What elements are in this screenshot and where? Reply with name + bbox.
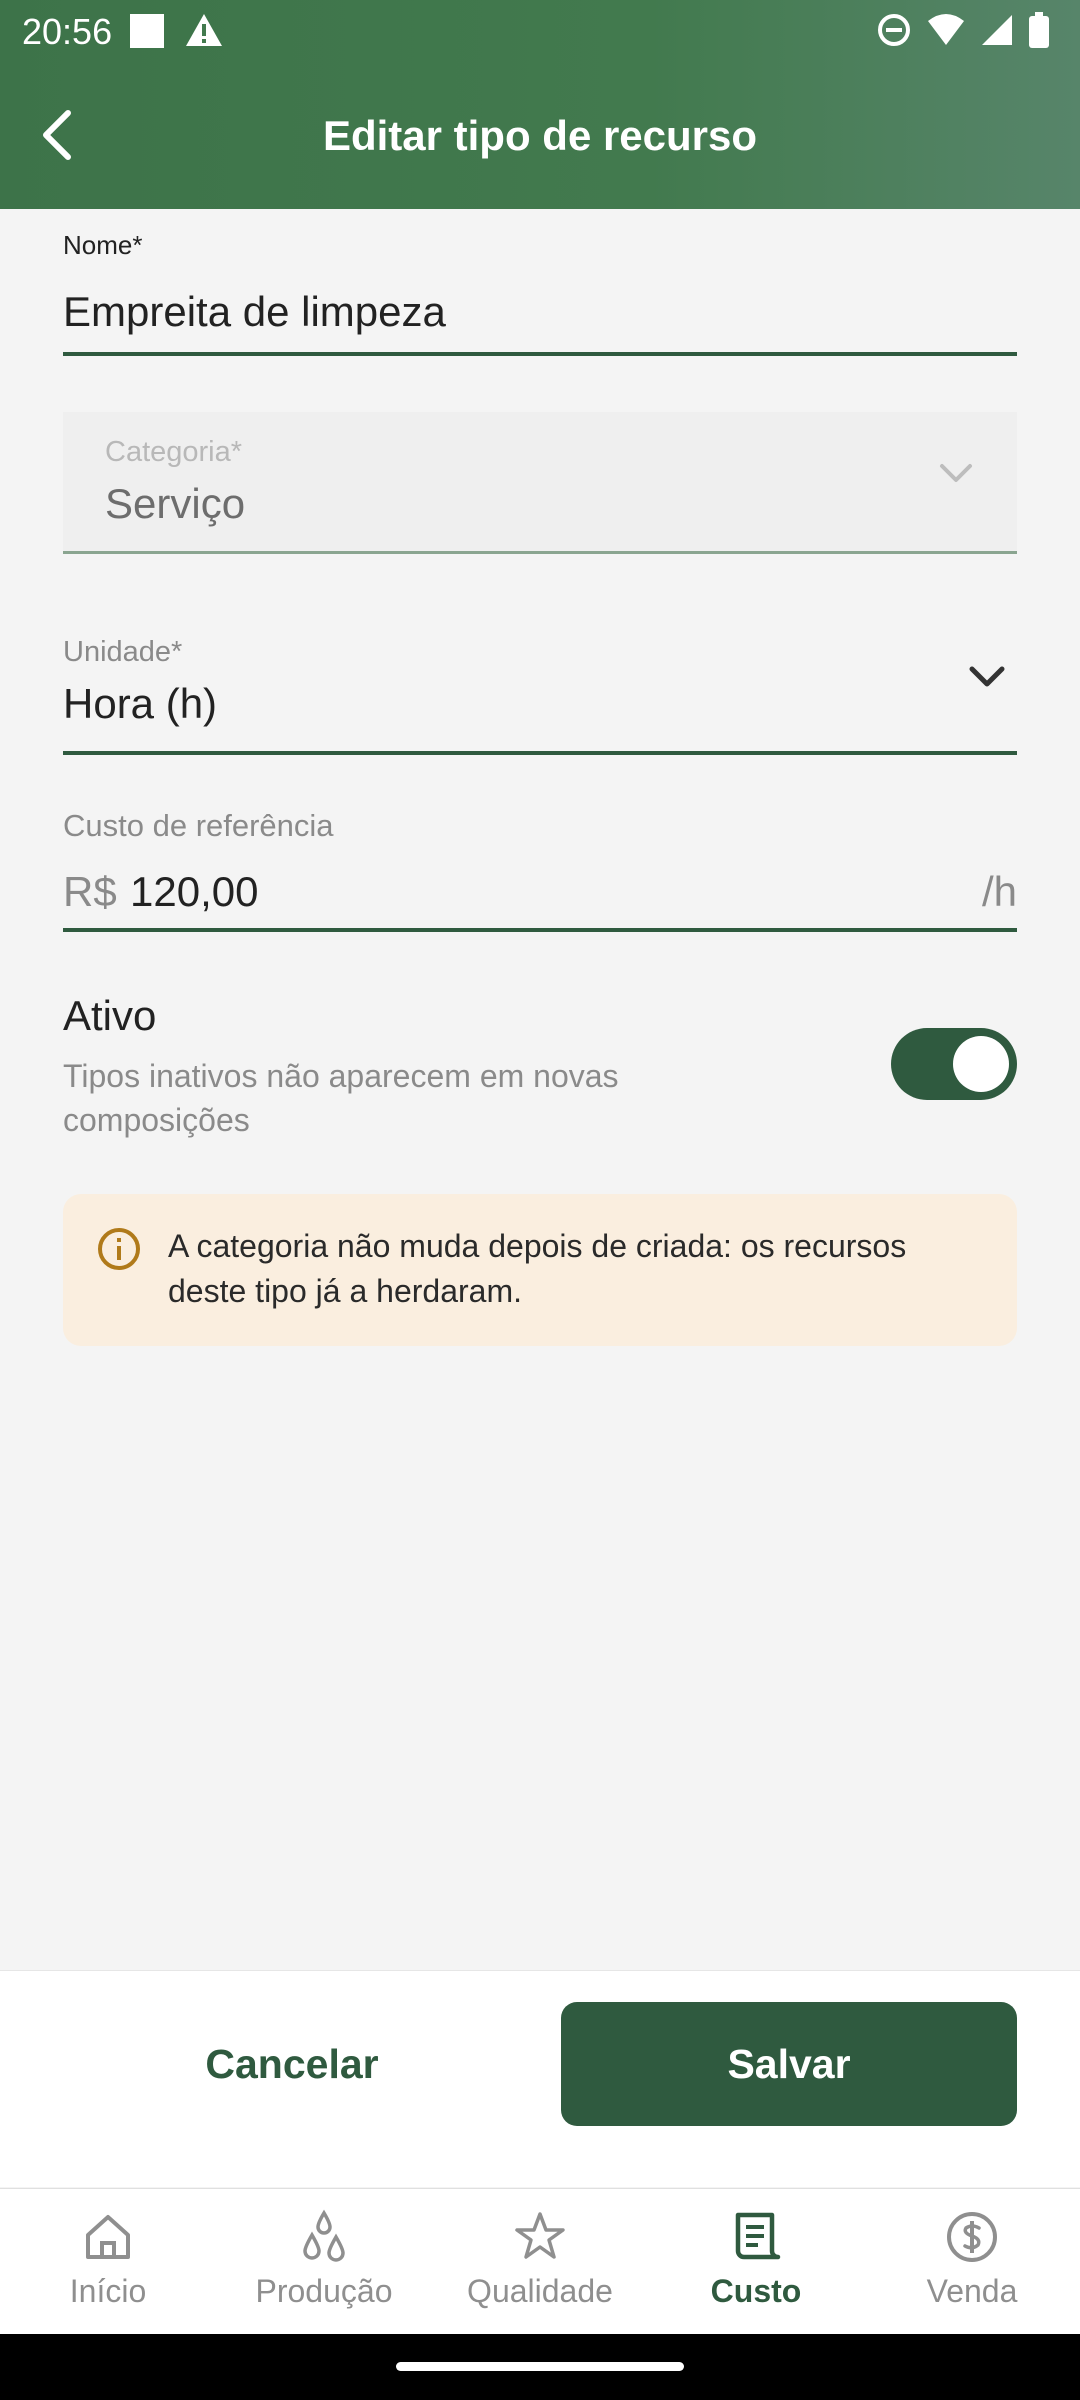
category-underline (63, 551, 1017, 554)
unit-label: Unidade* (63, 636, 183, 668)
active-title: Ativo (63, 992, 157, 1039)
home-icon (86, 2215, 130, 2259)
save-button[interactable]: Salvar (561, 2002, 1017, 2126)
name-field-input[interactable]: Empreita de limpeza (63, 288, 446, 336)
nav-item-venda[interactable]: Venda (864, 2209, 1080, 2310)
info-icon (96, 1226, 142, 1277)
unit-select[interactable]: Hora (h) (63, 680, 217, 728)
bottom-nav: Início Produção Qualidade Custo Venda (0, 2188, 1080, 2335)
chevron-down-icon[interactable] (968, 664, 1006, 695)
drops-icon (303, 2209, 345, 2262)
page-title: Editar tipo de recurso (322, 112, 758, 159)
nav-label: Venda (926, 2273, 1018, 2309)
cost-unit-suffix: /h (981, 868, 1017, 915)
nav-item-custo[interactable]: Custo (648, 2209, 864, 2310)
nav-item-qualidade[interactable]: Qualidade (432, 2209, 648, 2310)
cost-underline (63, 928, 1017, 932)
dollar-icon (947, 2212, 997, 2262)
nav-label: Produção (255, 2273, 393, 2309)
cancel-button[interactable]: Cancelar (92, 2002, 492, 2126)
category-value: Serviço (105, 480, 246, 527)
cost-currency-prefix: R$ (63, 868, 117, 915)
home-gesture-pill[interactable] (396, 2362, 684, 2371)
cost-input[interactable]: 120,00 (130, 868, 258, 916)
nav-label: Início (69, 2273, 147, 2309)
signal-icon (980, 13, 1014, 52)
wifi-icon (926, 13, 966, 52)
chevron-down-icon (938, 462, 974, 491)
status-time: 20:56 (22, 11, 113, 52)
star-icon (515, 2212, 565, 2259)
notification-square-icon (130, 14, 164, 48)
name-field-label: Nome* (63, 230, 143, 260)
unit-underline (63, 751, 1017, 755)
receipt-icon (735, 2212, 781, 2260)
battery-icon (1028, 12, 1050, 53)
nav-label: Custo (710, 2273, 802, 2309)
info-text: A categoria não muda depois de criada: o… (168, 1228, 907, 1309)
name-field-underline (63, 352, 1017, 356)
category-label: Categoria* (105, 436, 243, 468)
toggle-knob (953, 1036, 1009, 1092)
nav-item-producao[interactable]: Produção (216, 2209, 432, 2310)
status-icons (876, 12, 1050, 53)
active-description: Tipos inativos não aparecem em novas com… (63, 1058, 619, 1138)
nav-label: Qualidade (467, 2273, 613, 2309)
active-toggle[interactable] (891, 1028, 1017, 1100)
nav-item-inicio[interactable]: Início (0, 2209, 216, 2310)
warning-icon (184, 12, 224, 53)
dnd-icon (876, 12, 912, 53)
cost-label: Custo de referência (63, 808, 334, 843)
